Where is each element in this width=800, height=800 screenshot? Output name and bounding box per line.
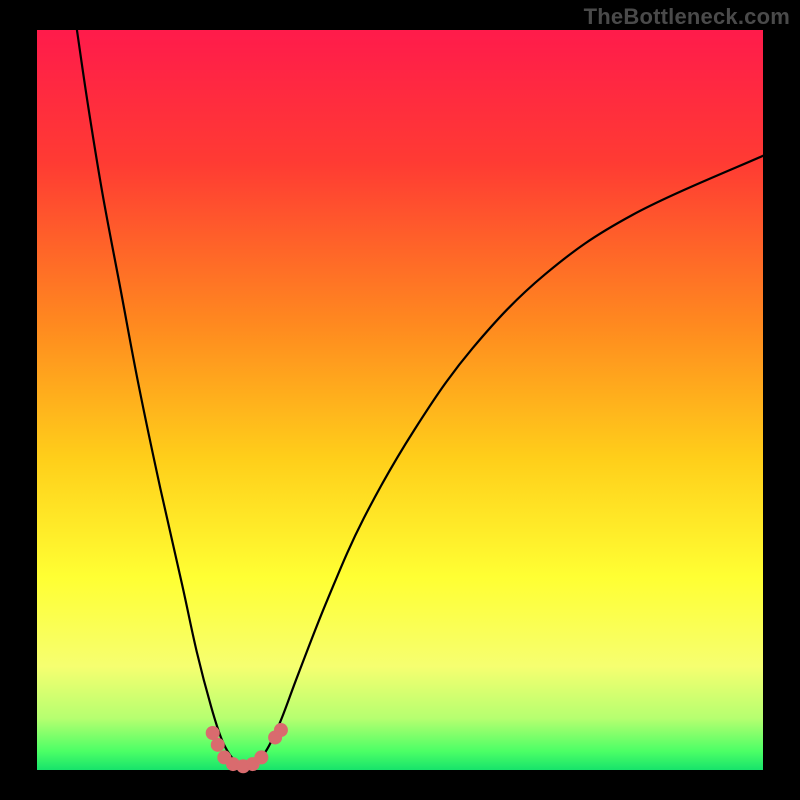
plot-background bbox=[37, 30, 763, 770]
trough-marker bbox=[211, 738, 225, 752]
chart-frame: TheBottleneck.com bbox=[0, 0, 800, 800]
watermark-text: TheBottleneck.com bbox=[584, 4, 790, 30]
trough-marker bbox=[254, 750, 268, 764]
chart-svg bbox=[0, 0, 800, 800]
trough-marker bbox=[274, 723, 288, 737]
